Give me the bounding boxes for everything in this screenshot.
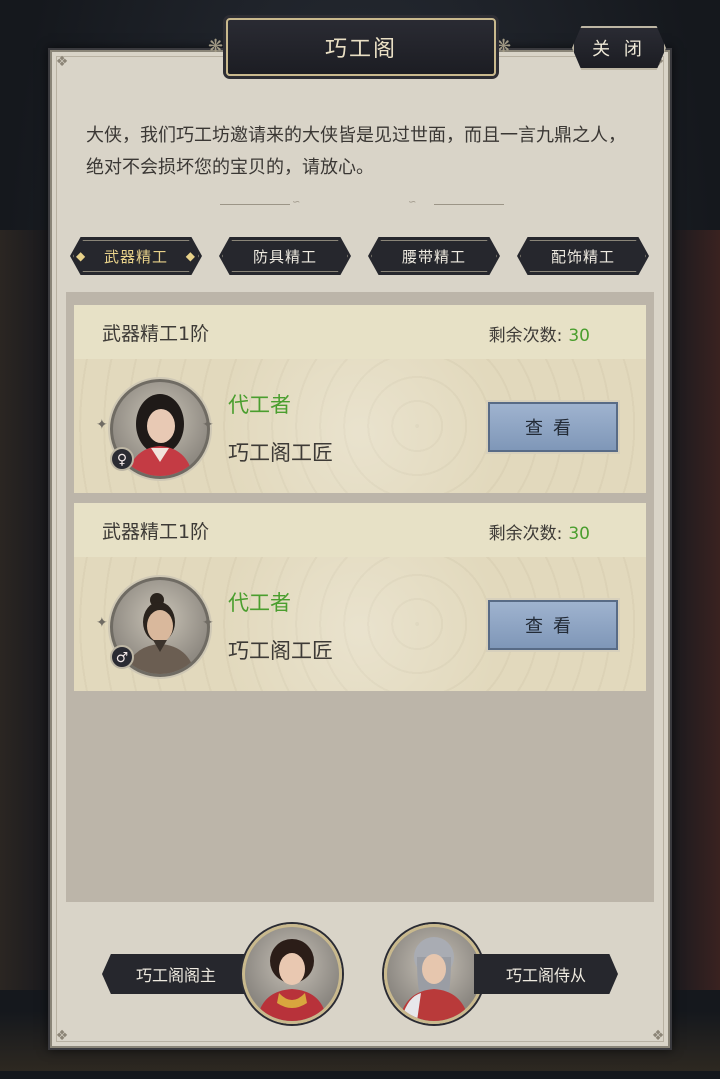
npc-master-avatar[interactable] — [242, 924, 342, 1024]
artisan-name: 巧工阁工匠 — [228, 441, 333, 465]
card-title: 武器精工1阶 — [102, 323, 210, 345]
card-body: ✦ ✦ ♂ 代工者 巧工阁工匠 查看 — [74, 557, 646, 691]
tab-label: 武器精工 — [103, 247, 168, 266]
view-button[interactable]: 查看 — [488, 600, 618, 650]
close-button[interactable]: 关 闭 — [572, 26, 666, 70]
npc-attendant-button[interactable]: 巧工阁侍从 — [474, 954, 618, 994]
portrait-ornament-icon: ✦ — [202, 615, 214, 631]
title-plate: 巧工阁 — [226, 18, 496, 76]
card-body: ✦ ✦ ♀ 代工者 巧工阁工匠 查看 — [74, 359, 646, 493]
remaining-count: 剩余次数: 30 — [489, 519, 590, 544]
tab-label: 防具精工 — [252, 247, 317, 266]
npc-master-button[interactable]: 巧工阁阁主 — [102, 954, 250, 994]
title-ornament-right-icon: ❋ — [496, 36, 512, 57]
role-label: 代工者 — [228, 393, 291, 417]
tab-ornament-icon: ◆ — [76, 249, 87, 263]
male-gender-icon: ♂ — [110, 645, 134, 669]
card-title: 武器精工1阶 — [102, 521, 210, 543]
corner-ornament-icon: ❖ — [55, 1028, 69, 1044]
list-item: 武器精工1阶 剩余次数: 30 ✦ ✦ ♂ 代工者 巧工阁工匠 查看 — [74, 503, 646, 691]
view-button[interactable]: 查看 — [488, 402, 618, 452]
remaining-label: 剩余次数: — [488, 524, 563, 544]
remaining-label: 剩余次数: — [488, 326, 563, 346]
tab-accessory-refine[interactable]: 配饰精工 — [517, 237, 649, 275]
female-gender-icon: ♀ — [110, 447, 134, 471]
corner-ornament-icon: ❖ — [651, 1028, 665, 1044]
divider-right: ∽ — [408, 197, 508, 208]
close-button-label: 关 闭 — [592, 39, 646, 60]
background-left-strip — [0, 230, 48, 990]
list-item: 武器精工1阶 剩余次数: 30 ✦ ✦ ♀ 代工者 巧工阁工匠 查看 — [74, 305, 646, 493]
background-right-strip — [670, 230, 720, 990]
npc-attendant-avatar[interactable] — [384, 924, 484, 1024]
tab-ornament-icon: ◆ — [185, 249, 196, 263]
remaining-value: 30 — [568, 326, 590, 346]
divider-left: ∽ — [220, 197, 320, 208]
intro-text: 大侠，我们巧工坊邀请来的大侠皆是见过世面，而且一言九鼎之人，绝对不会损坏您的宝贝… — [86, 125, 626, 178]
tab-belt-refine[interactable]: 腰带精工 — [368, 237, 500, 275]
tab-label: 腰带精工 — [401, 247, 466, 266]
npc-attendant-label: 巧工阁侍从 — [505, 966, 586, 985]
portrait-ornament-icon: ✦ — [96, 417, 108, 433]
pavilion-master-portrait-icon — [257, 939, 327, 1021]
card-header: 武器精工1阶 剩余次数: 30 — [74, 305, 646, 359]
npc-master-label: 巧工阁阁主 — [135, 966, 216, 985]
page-title: 巧工阁 — [324, 37, 397, 62]
tab-label: 配饰精工 — [550, 247, 615, 266]
corner-ornament-icon: ❖ — [55, 54, 69, 70]
tab-weapon-refine[interactable]: ◆ 武器精工 ◆ — [70, 237, 202, 275]
pavilion-attendant-portrait-icon — [399, 937, 469, 1021]
portrait-ornament-icon: ✦ — [202, 417, 214, 433]
title-ornament-left-icon: ❋ — [208, 36, 224, 57]
role-label: 代工者 — [228, 591, 291, 615]
tab-armor-refine[interactable]: 防具精工 — [219, 237, 351, 275]
portrait-ornament-icon: ✦ — [96, 615, 108, 631]
card-header: 武器精工1阶 剩余次数: 30 — [74, 503, 646, 557]
artisan-name: 巧工阁工匠 — [228, 639, 333, 663]
remaining-value: 30 — [568, 524, 590, 544]
remaining-count: 剩余次数: 30 — [489, 321, 590, 346]
